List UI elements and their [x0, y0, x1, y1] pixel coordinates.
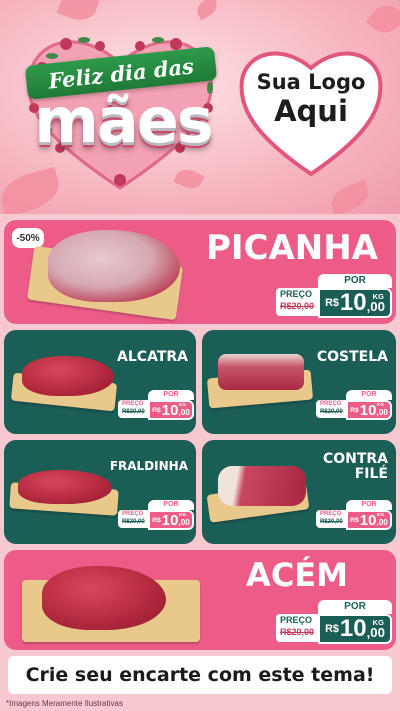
preco-label: PREÇO — [320, 511, 342, 517]
price-integer: 10 — [161, 401, 179, 419]
por-label: POR — [318, 600, 392, 614]
price-tag: POR PREÇO R$20,00 R$ 10 ,00 KG — [118, 390, 194, 420]
product-name: COSTELA — [316, 349, 388, 365]
old-price-box: PREÇO R$20,00 — [316, 510, 346, 528]
price-tag: POR PREÇO R$20,00 R$ 10 ,00 KG — [316, 390, 392, 420]
product-image-picanha — [48, 230, 180, 302]
currency: R$ — [350, 516, 359, 524]
product-name: ACÉM — [246, 556, 348, 594]
price-decimal: ,00 — [366, 624, 385, 640]
discount-badge: -50% — [12, 228, 44, 248]
unit-label: KG — [178, 512, 186, 518]
unit-label: KG — [372, 291, 384, 301]
logo-line1: Sua Logo — [256, 70, 366, 94]
product-image-fraldinha — [18, 470, 112, 504]
price-decimal: ,00 — [178, 517, 190, 527]
price-tag: POR PREÇO R$20,00 R$ 10 ,00 KG — [276, 274, 392, 320]
price-integer: 10 — [339, 289, 367, 316]
unit-label: KG — [372, 617, 384, 627]
currency: R$ — [152, 516, 161, 524]
price-decimal: ,00 — [178, 407, 190, 417]
currency: R$ — [152, 406, 161, 414]
petal-decoration — [56, 0, 100, 26]
product-name: CONTRA FILÉ — [323, 451, 388, 483]
price-tag: POR PREÇO R$20,00 R$ 10 ,00 KG — [316, 500, 392, 530]
product-image-costela — [218, 354, 304, 390]
price-tag: POR PREÇO R$20,00 R$ 10 ,00 KG — [276, 600, 392, 646]
por-label: POR — [346, 390, 392, 400]
product-card-alcatra: ALCATRA POR PREÇO R$20,00 R$ 10 ,00 KG — [4, 330, 196, 434]
new-price: R$ 10 ,00 KG — [318, 614, 392, 644]
preco-label: PREÇO — [280, 289, 313, 299]
product-card-costela: COSTELA POR PREÇO R$20,00 R$ 10 ,00 KG — [202, 330, 396, 434]
old-price: R$20,00 — [280, 301, 315, 311]
header-banner: Feliz dia das mães Sua Logo Aqui — [0, 0, 400, 214]
price-integer: 10 — [339, 615, 367, 642]
old-price: R$20,00 — [320, 409, 343, 415]
product-name: PICANHA — [205, 228, 378, 268]
price-tag: POR PREÇO R$20,00 R$ 10 ,00 KG — [118, 500, 194, 530]
old-price: R$20,00 — [320, 519, 343, 525]
price-decimal: ,00 — [366, 298, 385, 314]
currency: R$ — [325, 297, 339, 309]
new-price: R$ 10 ,00 KG — [148, 400, 194, 420]
logo-line2: Aqui — [274, 94, 348, 128]
new-price: R$ 10 ,00 KG — [346, 510, 392, 530]
new-price: R$ 10 ,00 KG — [346, 400, 392, 420]
product-image-contra-file — [218, 466, 306, 506]
petal-decoration — [327, 179, 373, 214]
petal-decoration — [193, 0, 221, 21]
unit-label: KG — [376, 402, 384, 408]
disclaimer-note: *Imagens Meramente Ilustrativas — [6, 699, 123, 708]
old-price: R$20,00 — [122, 409, 145, 415]
title-big: mães — [34, 83, 213, 157]
old-price-box: PREÇO R$20,00 — [118, 510, 148, 528]
petal-decoration — [365, 0, 400, 40]
new-price: R$ 10 ,00 KG — [148, 510, 194, 530]
unit-label: KG — [178, 402, 186, 408]
por-label: POR — [346, 500, 392, 510]
currency: R$ — [325, 623, 339, 635]
old-price-box: PREÇO R$20,00 — [276, 614, 322, 642]
product-name-line2: FILÉ — [354, 466, 388, 483]
price-integer: 10 — [359, 511, 377, 529]
cta-banner[interactable]: Crie seu encarte com este tema! — [8, 656, 392, 694]
por-label: POR — [318, 274, 392, 288]
por-label: POR — [148, 390, 194, 400]
product-name: FRALDINHA — [109, 459, 188, 473]
preco-label: PREÇO — [122, 511, 144, 517]
product-card-fraldinha: FRALDINHA POR PREÇO R$20,00 R$ 10 ,00 KG — [4, 440, 196, 544]
price-decimal: ,00 — [376, 407, 388, 417]
old-price: R$20,00 — [280, 627, 315, 637]
new-price: R$ 10 ,00 KG — [318, 288, 392, 318]
price-integer: 10 — [161, 511, 179, 529]
preco-label: PREÇO — [122, 401, 144, 407]
preco-label: PREÇO — [320, 401, 342, 407]
preco-label: PREÇO — [280, 615, 313, 625]
old-price: R$20,00 — [122, 519, 145, 525]
product-image-alcatra — [22, 356, 114, 396]
old-price-box: PREÇO R$20,00 — [118, 400, 148, 418]
currency: R$ — [350, 406, 359, 414]
product-card-picanha: -50% PICANHA POR PREÇO R$20,00 R$ 10 ,00… — [4, 220, 396, 324]
unit-label: KG — [376, 512, 384, 518]
product-card-acem: ACÉM POR PREÇO R$20,00 R$ 10 ,00 KG — [4, 550, 396, 650]
product-card-contra-file: CONTRA FILÉ POR PREÇO R$20,00 R$ 10 ,00 … — [202, 440, 396, 544]
price-integer: 10 — [359, 401, 377, 419]
product-image-acem — [42, 566, 166, 630]
logo-placeholder: Sua Logo Aqui — [236, 70, 386, 128]
product-name: ALCATRA — [117, 349, 188, 365]
price-decimal: ,00 — [376, 517, 388, 527]
old-price-box: PREÇO R$20,00 — [276, 288, 322, 316]
por-label: POR — [148, 500, 194, 510]
old-price-box: PREÇO R$20,00 — [316, 400, 346, 418]
